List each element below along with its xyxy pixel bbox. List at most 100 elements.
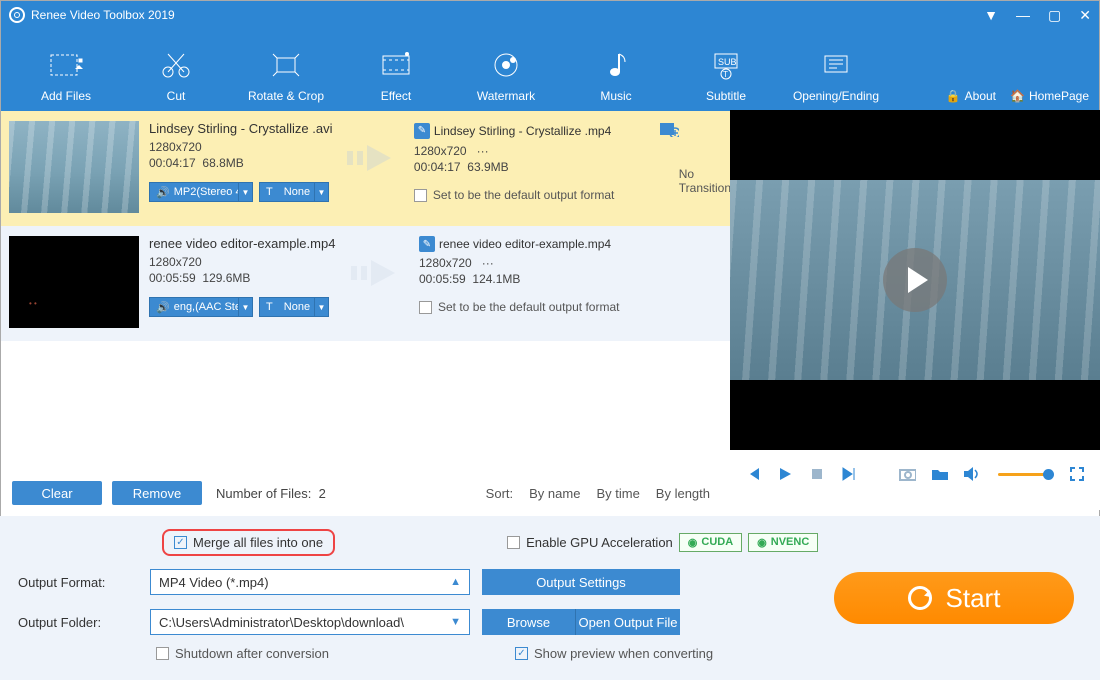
- audio-track-dropdown[interactable]: 🔊eng,(AAC Ste▼: [149, 297, 253, 317]
- window-maximize-icon[interactable]: ▢: [1048, 7, 1061, 24]
- merge-checkbox[interactable]: ✓: [174, 536, 187, 549]
- opening-ending-icon: [781, 47, 891, 83]
- app-logo-icon: [9, 7, 25, 23]
- stop-icon[interactable]: [808, 465, 826, 483]
- output-size: 124.1MB: [472, 272, 520, 286]
- snapshot-icon[interactable]: [898, 465, 916, 483]
- source-size: 68.8MB: [202, 156, 243, 170]
- start-button[interactable]: Start: [834, 572, 1074, 624]
- add-video-icon[interactable]: [659, 121, 679, 140]
- about-label: About: [965, 89, 996, 103]
- preview-video[interactable]: [730, 110, 1100, 450]
- nvenc-badge: ◉ NVENC: [748, 533, 818, 552]
- shutdown-label: Shutdown after conversion: [175, 646, 329, 661]
- output-folder-label: Output Folder:: [18, 615, 138, 630]
- titlebar: Renee Video Toolbox 2019 ▼ — ▢ ✕: [1, 1, 1099, 29]
- play-icon[interactable]: [776, 465, 794, 483]
- gpu-label: Enable GPU Acceleration: [526, 535, 673, 550]
- window-minimize-icon[interactable]: —: [1016, 7, 1030, 23]
- source-thumbnail: [9, 121, 139, 213]
- tool-opening-ending[interactable]: Opening/Ending: [781, 47, 891, 103]
- play-overlay-icon[interactable]: [883, 248, 947, 312]
- show-preview-checkbox[interactable]: ✓: [515, 647, 528, 660]
- volume-slider[interactable]: [998, 473, 1050, 476]
- transition-label[interactable]: [689, 236, 731, 333]
- svg-text:SUB: SUB: [718, 57, 737, 67]
- start-label: Start: [946, 583, 1001, 614]
- homepage-link[interactable]: 🏠HomePage: [1010, 89, 1089, 103]
- tool-effect[interactable]: Effect: [341, 47, 451, 103]
- file-count-label: Number of Files:: [216, 486, 311, 501]
- sort-by-time[interactable]: By time: [596, 486, 639, 501]
- sort-by-name[interactable]: By name: [529, 486, 580, 501]
- nvenc-label: NVENC: [771, 536, 810, 548]
- audio-track-dropdown[interactable]: 🔊MP2(Stereo 4▼: [149, 182, 253, 202]
- clear-button[interactable]: Clear: [12, 481, 102, 505]
- tool-label: Rotate & Crop: [231, 89, 341, 103]
- merge-label: Merge all files into one: [193, 535, 323, 550]
- volume-icon[interactable]: [962, 465, 980, 483]
- tool-label: Effect: [341, 89, 451, 103]
- watermark-icon: [451, 47, 561, 83]
- subtitle-track-dropdown[interactable]: T None▼: [259, 297, 329, 317]
- sort-by-length[interactable]: By length: [656, 486, 710, 501]
- output-settings-button[interactable]: Output Settings: [482, 569, 680, 595]
- speaker-icon: 🔊: [156, 301, 170, 314]
- add-files-icon: [11, 47, 121, 83]
- open-output-file-button[interactable]: Open Output File: [576, 609, 680, 635]
- rotate-crop-icon: [231, 47, 341, 83]
- default-format-checkbox[interactable]: [419, 301, 432, 314]
- output-more[interactable]: ···: [477, 144, 489, 158]
- tool-label: Opening/Ending: [781, 89, 891, 103]
- tool-rotate-crop[interactable]: Rotate & Crop: [231, 47, 341, 103]
- tool-watermark[interactable]: Watermark: [451, 47, 561, 103]
- tool-cut[interactable]: Cut: [121, 47, 231, 103]
- app-title: Renee Video Toolbox 2019: [31, 8, 175, 22]
- tool-subtitle[interactable]: SUBT Subtitle: [671, 47, 781, 103]
- text-icon: T: [266, 301, 273, 313]
- edit-icon[interactable]: ✎: [414, 123, 430, 139]
- prev-icon[interactable]: [744, 465, 762, 483]
- output-filename: Lindsey Stirling - Crystallize .mp4: [434, 124, 611, 138]
- about-link[interactable]: 🔒 About: [946, 89, 996, 103]
- output-more[interactable]: ···: [482, 256, 494, 270]
- next-icon[interactable]: [840, 465, 858, 483]
- subtitle-track-dropdown[interactable]: T None▼: [259, 182, 329, 202]
- source-size: 129.6MB: [202, 271, 250, 285]
- window-menu-icon[interactable]: ▼: [984, 7, 998, 23]
- output-folder-value: C:\Users\Administrator\Desktop\download\: [159, 615, 404, 630]
- remove-button[interactable]: Remove: [112, 481, 202, 505]
- file-row[interactable]: Lindsey Stirling - Crystallize .avi 1280…: [1, 111, 731, 226]
- source-resolution: 1280x720: [149, 140, 335, 154]
- nvidia-eye-icon: ◉: [757, 536, 767, 549]
- audio-track-label: eng,(AAC Ste: [174, 301, 238, 313]
- edit-icon[interactable]: ✎: [419, 236, 435, 252]
- open-folder-icon[interactable]: [930, 465, 948, 483]
- chevron-down-icon: ▼: [314, 183, 328, 201]
- lock-icon: 🔒: [946, 89, 961, 103]
- source-resolution: 1280x720: [149, 255, 339, 269]
- default-format-checkbox[interactable]: [414, 189, 427, 202]
- window-close-icon[interactable]: ✕: [1079, 7, 1091, 24]
- output-format-dropdown[interactable]: MP4 Video (*.mp4) ▲: [150, 569, 470, 595]
- source-duration: 00:05:59: [149, 271, 196, 285]
- shutdown-checkbox[interactable]: [156, 647, 169, 660]
- output-format-label: Output Format:: [18, 575, 138, 590]
- homepage-label: HomePage: [1029, 89, 1089, 103]
- effect-icon: [341, 47, 451, 83]
- output-size: 63.9MB: [467, 160, 508, 174]
- tool-add-files[interactable]: Add Files: [11, 47, 121, 103]
- source-duration: 00:04:17: [149, 156, 196, 170]
- browse-button[interactable]: Browse: [482, 609, 576, 635]
- bottom-panel: ✓ Merge all files into one Enable GPU Ac…: [0, 516, 1100, 680]
- transition-label[interactable]: No Transition: [679, 121, 731, 218]
- chevron-down-icon: ▼: [314, 298, 328, 316]
- file-row[interactable]: renee video editor-example.mp4 1280x720 …: [1, 226, 731, 341]
- fullscreen-icon[interactable]: [1068, 465, 1086, 483]
- svg-text:T: T: [723, 70, 728, 79]
- merge-files-option[interactable]: ✓ Merge all files into one: [162, 529, 335, 556]
- gpu-checkbox[interactable]: [507, 536, 520, 549]
- tool-music[interactable]: Music: [561, 47, 671, 103]
- output-folder-dropdown[interactable]: C:\Users\Administrator\Desktop\download\…: [150, 609, 470, 635]
- list-footer: Clear Remove Number of Files: 2 Sort: By…: [0, 475, 730, 511]
